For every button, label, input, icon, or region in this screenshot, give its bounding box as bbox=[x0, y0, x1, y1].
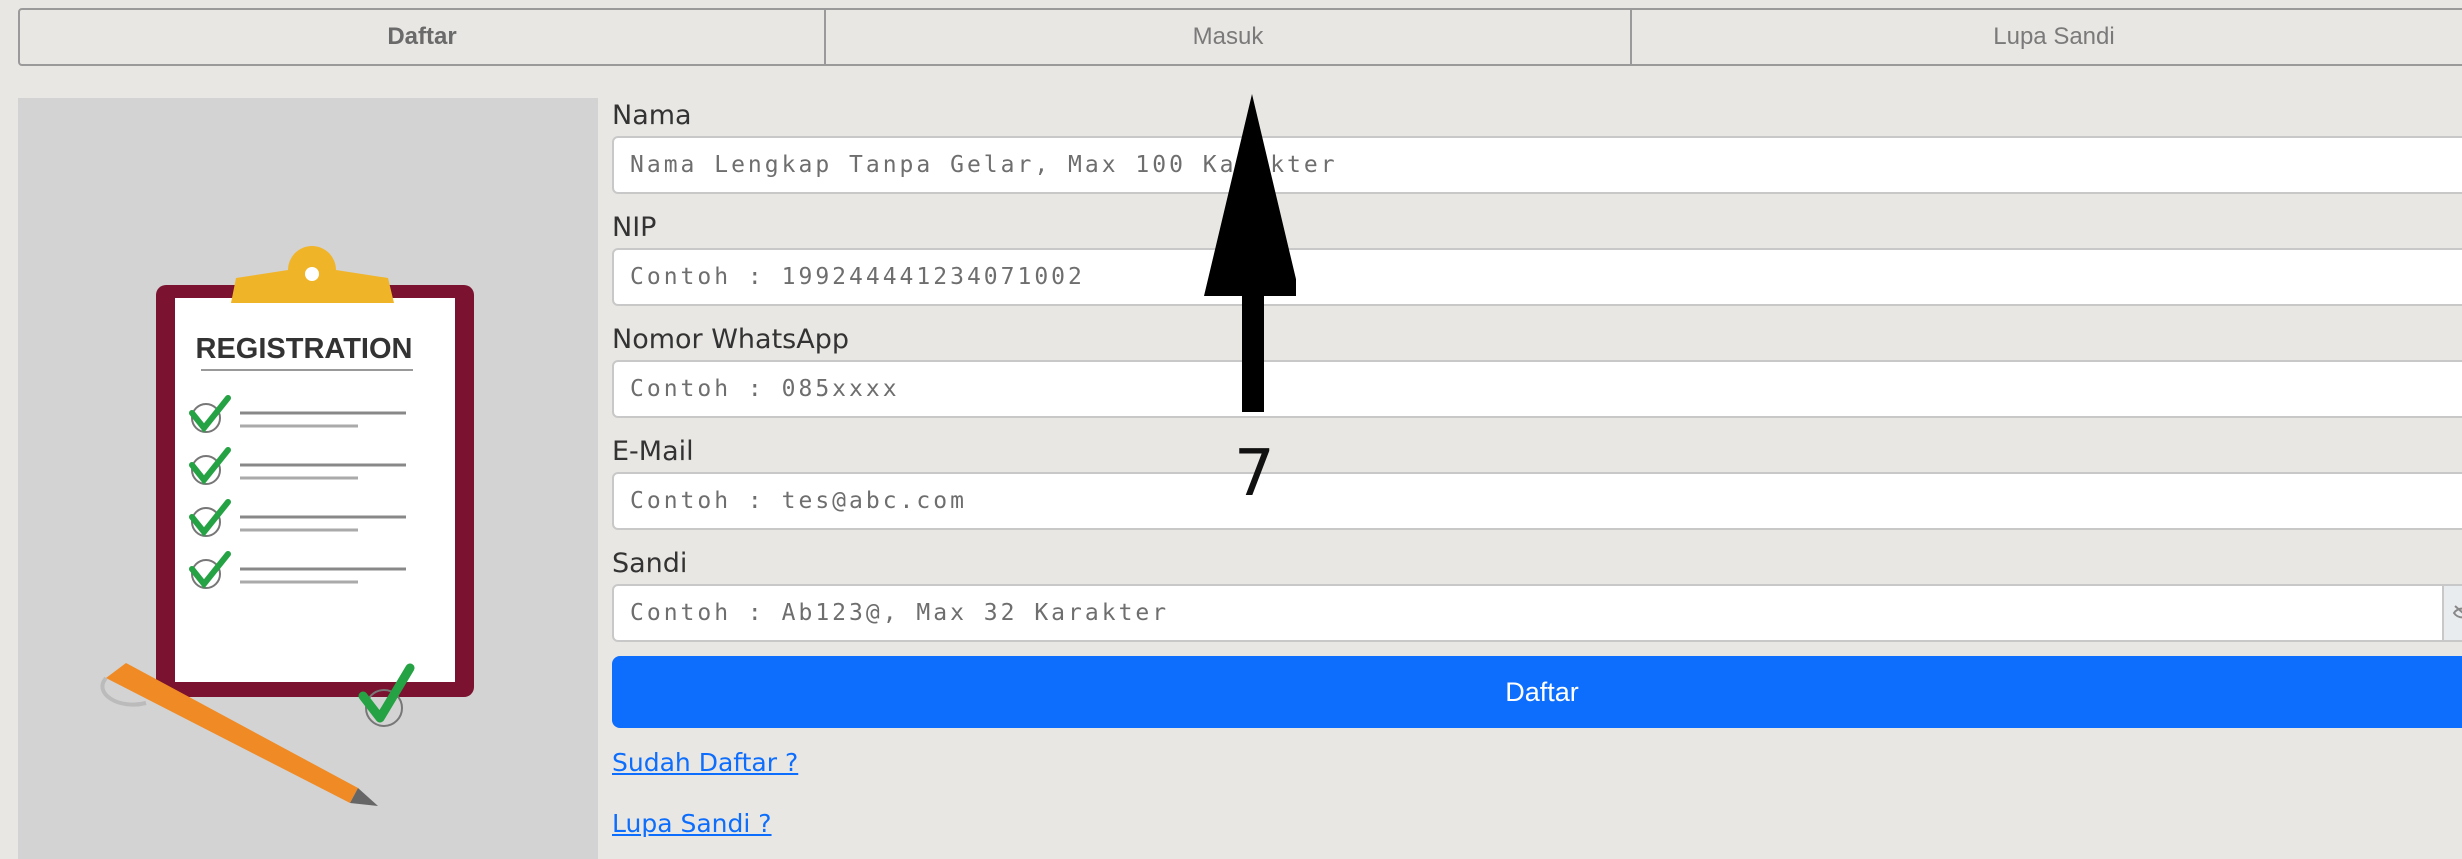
whatsapp-field-wrap bbox=[612, 360, 2462, 418]
field-label-nip: NIP bbox=[612, 212, 657, 243]
tab-masuk[interactable]: Masuk bbox=[826, 10, 1632, 64]
email-input[interactable] bbox=[612, 472, 2462, 530]
illustration-title: REGISTRATION bbox=[196, 333, 413, 365]
lupa-sandi-link[interactable]: Lupa Sandi ? bbox=[612, 809, 2462, 838]
nip-input[interactable] bbox=[612, 248, 2462, 306]
annotation-up-arrow-icon bbox=[1204, 94, 1296, 412]
nama-input[interactable] bbox=[612, 136, 2462, 194]
tab-bar: Daftar Masuk Lupa Sandi bbox=[18, 8, 2462, 66]
eye-slash-icon[interactable] bbox=[2442, 584, 2462, 642]
field-label-email: E-Mail bbox=[612, 436, 694, 467]
tab-daftar[interactable]: Daftar bbox=[20, 10, 826, 64]
sandi-field-wrap bbox=[612, 584, 2462, 642]
field-label-nama: Nama bbox=[612, 100, 692, 131]
illustration-panel: REGISTRATION bbox=[18, 98, 598, 859]
field-label-sandi: Sandi bbox=[612, 548, 688, 579]
sudah-daftar-link[interactable]: Sudah Daftar ? bbox=[612, 748, 2462, 777]
registration-clipboard-icon: REGISTRATION bbox=[100, 246, 474, 806]
nip-field-wrap bbox=[612, 248, 2462, 306]
clip-hole bbox=[305, 267, 319, 281]
tab-lupa-sandi[interactable]: Lupa Sandi bbox=[1632, 10, 2462, 64]
annotation-label: 7 bbox=[1234, 437, 1275, 511]
email-field-wrap bbox=[612, 472, 2462, 530]
field-label-whatsapp: Nomor WhatsApp bbox=[612, 324, 849, 355]
daftar-submit-button[interactable]: Daftar bbox=[612, 656, 2462, 728]
registration-form: Nama NIP Nomor WhatsApp E-Mail Sandi Daf… bbox=[612, 96, 2462, 838]
nama-field-wrap bbox=[612, 136, 2462, 194]
sandi-input[interactable] bbox=[612, 584, 2462, 642]
whatsapp-input[interactable] bbox=[612, 360, 2462, 418]
